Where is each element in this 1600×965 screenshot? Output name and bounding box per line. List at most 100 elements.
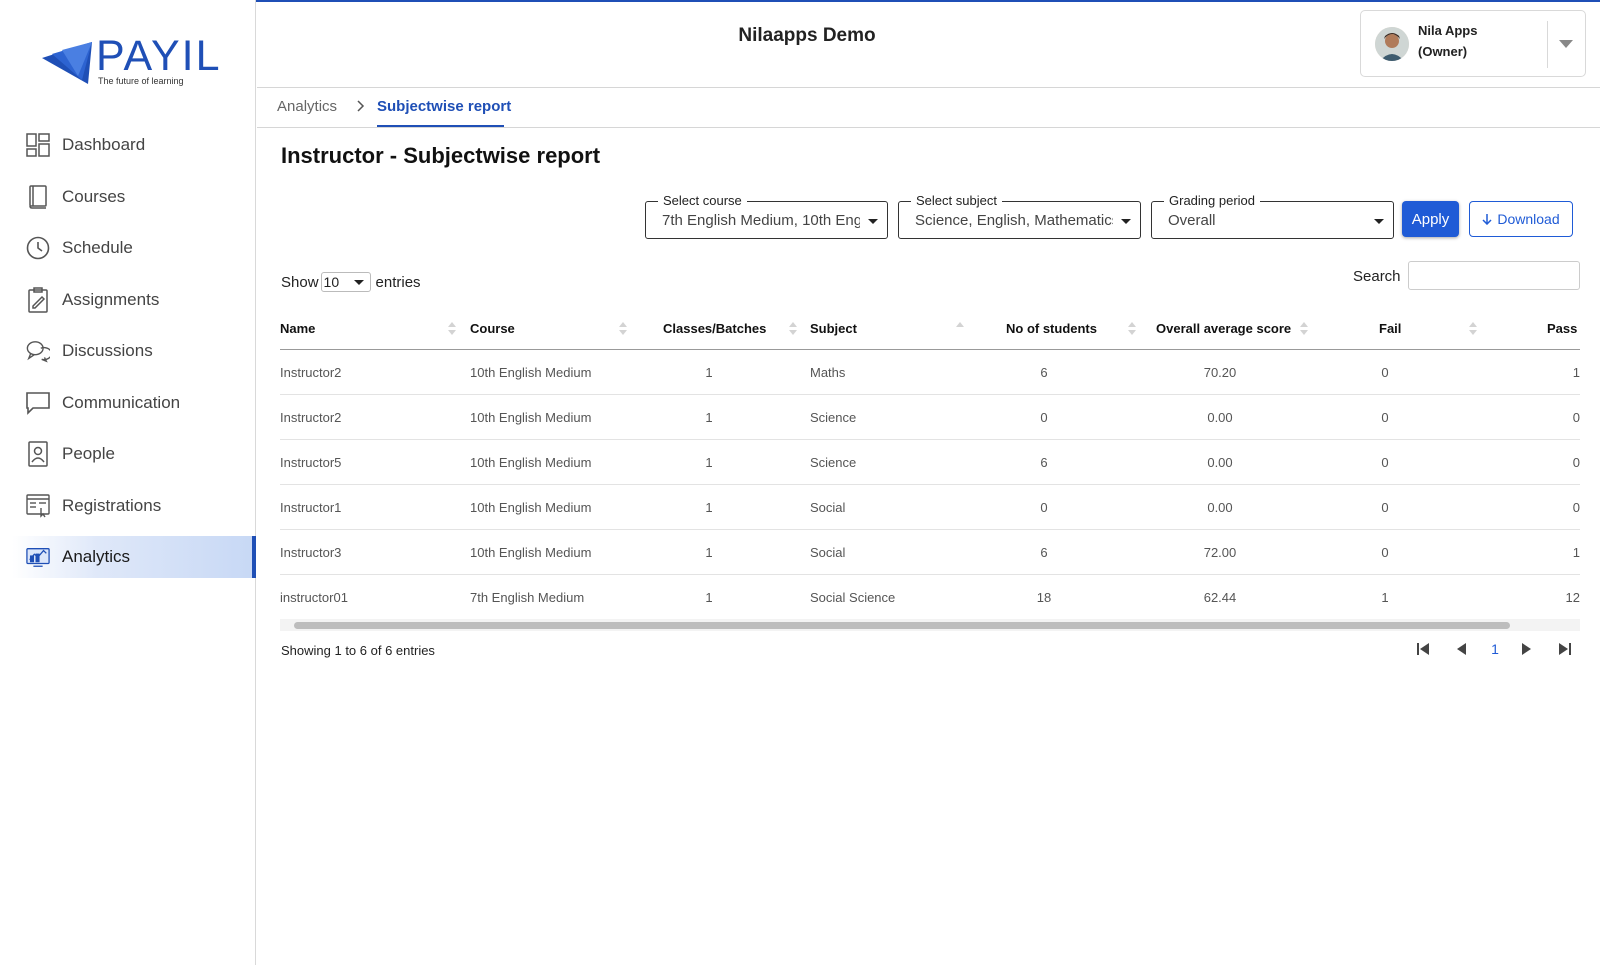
cell-average: 0.00 bbox=[1207, 455, 1233, 470]
sidebar-item-registrations[interactable]: Registrations bbox=[0, 485, 256, 527]
search-input[interactable] bbox=[1408, 261, 1580, 290]
apply-button[interactable]: Apply bbox=[1402, 201, 1459, 237]
first-page-icon[interactable] bbox=[1413, 639, 1433, 659]
brand-tagline: The future of learning bbox=[98, 76, 184, 86]
user-role: (Owner) bbox=[1418, 44, 1468, 59]
dashboard-icon bbox=[26, 132, 50, 158]
sidebar-item-assignments[interactable]: Assignments bbox=[0, 279, 256, 321]
cell-average: 0.00 bbox=[1207, 500, 1233, 515]
brand-name: PAYIL bbox=[96, 32, 222, 80]
cell-students: 6 bbox=[1040, 455, 1048, 470]
column-header-subject[interactable]: Subject bbox=[810, 321, 857, 336]
cell-students: 0 bbox=[1040, 500, 1048, 515]
sidebar-item-schedule[interactable]: Schedule bbox=[0, 227, 256, 269]
cell-course: 7th English Medium bbox=[470, 590, 585, 605]
cell-fail: 0 bbox=[1381, 365, 1389, 380]
column-header-average[interactable]: Overall average score bbox=[1156, 321, 1291, 336]
sidebar-item-courses[interactable]: Courses bbox=[0, 176, 256, 218]
next-page-icon[interactable] bbox=[1517, 639, 1537, 659]
logo-mark-icon bbox=[42, 42, 92, 84]
table-row[interactable]: Instructor1 10th English Medium 1 Social… bbox=[280, 485, 1580, 530]
sidebar-item-analytics[interactable]: Analytics bbox=[12, 536, 256, 578]
cell-name: Instructor5 bbox=[280, 455, 342, 470]
dropdown-caret-icon bbox=[1121, 219, 1131, 224]
analytics-icon bbox=[26, 544, 50, 570]
cell-classes: 1 bbox=[705, 455, 713, 470]
cell-classes: 1 bbox=[705, 590, 713, 605]
dropdown-caret-icon bbox=[353, 280, 364, 285]
page-title-rest: - Subjectwise report bbox=[383, 143, 601, 168]
select-course-label: Select course bbox=[658, 193, 747, 208]
sidebar-item-label: Analytics bbox=[62, 547, 131, 566]
dropdown-caret-icon bbox=[868, 219, 878, 224]
app-title: Nilaapps Demo bbox=[738, 25, 876, 46]
cell-name: Instructor2 bbox=[280, 365, 342, 380]
select-subject-label: Select subject bbox=[911, 193, 1002, 208]
sort-icon[interactable] bbox=[1469, 322, 1477, 336]
sidebar-item-people[interactable]: People bbox=[0, 433, 256, 475]
clock-icon bbox=[26, 235, 50, 261]
discussion-icon bbox=[26, 338, 50, 364]
grading-period-field[interactable]: Grading period Overall bbox=[1151, 193, 1394, 239]
sort-ascending-icon[interactable] bbox=[956, 322, 964, 336]
registration-icon bbox=[26, 493, 50, 519]
sort-icon[interactable] bbox=[789, 322, 797, 336]
page-title: Instructor - Subjectwise report bbox=[281, 143, 600, 169]
sidebar-nav: Dashboard Courses Schedule Assignments D… bbox=[0, 124, 256, 588]
sort-icon[interactable] bbox=[448, 322, 456, 336]
dropdown-caret-icon bbox=[1374, 219, 1384, 224]
cell-fail: 0 bbox=[1381, 545, 1389, 560]
column-header-pass[interactable]: Pass bbox=[1547, 321, 1577, 336]
select-subject-value: Science, English, Mathematics, Social, S… bbox=[915, 212, 1113, 229]
horizontal-scrollbar[interactable] bbox=[280, 619, 1580, 631]
breadcrumb-analytics[interactable]: Analytics bbox=[277, 98, 337, 115]
column-header-name[interactable]: Name bbox=[280, 321, 315, 336]
sort-icon[interactable] bbox=[619, 322, 627, 336]
sort-icon[interactable] bbox=[1128, 322, 1136, 336]
last-page-icon[interactable] bbox=[1555, 639, 1575, 659]
cell-course: 10th English Medium bbox=[470, 500, 592, 515]
entries-per-page-select[interactable]: 10 bbox=[320, 272, 371, 292]
breadcrumb-active-underline bbox=[377, 125, 504, 127]
select-course-value: 7th English Medium, 10th English Medium bbox=[662, 212, 860, 229]
table-row[interactable]: Instructor5 10th English Medium 1 Scienc… bbox=[280, 440, 1580, 485]
user-menu[interactable]: Nila Apps (Owner) bbox=[1360, 10, 1586, 77]
table-row[interactable]: Instructor2 10th English Medium 1 Maths … bbox=[280, 350, 1580, 395]
download-button[interactable]: Download bbox=[1469, 201, 1573, 237]
sort-icon[interactable] bbox=[1300, 322, 1308, 336]
column-header-fail[interactable]: Fail bbox=[1379, 321, 1401, 336]
select-subject-field[interactable]: Select subject Science, English, Mathema… bbox=[898, 193, 1141, 239]
cell-students: 0 bbox=[1040, 410, 1048, 425]
table-row[interactable]: Instructor3 10th English Medium 1 Social… bbox=[280, 530, 1580, 575]
select-course-field[interactable]: Select course 7th English Medium, 10th E… bbox=[645, 193, 888, 239]
payil-logo[interactable]: PAYIL The future of learning bbox=[38, 32, 228, 90]
chevron-down-icon[interactable] bbox=[1559, 40, 1573, 48]
cell-fail: 0 bbox=[1381, 410, 1389, 425]
column-header-students[interactable]: No of students bbox=[1006, 321, 1097, 336]
people-icon bbox=[26, 441, 50, 467]
breadcrumb: Analytics Subjectwise report bbox=[257, 88, 1600, 128]
cell-subject: Social Science bbox=[810, 590, 896, 605]
sidebar-item-label: Dashboard bbox=[62, 135, 146, 154]
cell-name: Instructor2 bbox=[280, 410, 342, 425]
user-menu-divider bbox=[1547, 21, 1548, 68]
pagination: 1 bbox=[1413, 639, 1573, 661]
previous-page-icon[interactable] bbox=[1451, 639, 1471, 659]
scrollbar-thumb[interactable] bbox=[294, 622, 1510, 629]
sidebar-item-discussions[interactable]: Discussions bbox=[0, 330, 256, 372]
table-row[interactable]: instructor01 7th English Medium 1 Social… bbox=[280, 575, 1580, 620]
page-title-role: Instructor bbox=[281, 143, 384, 168]
show-entries: Show 10 entries bbox=[281, 272, 421, 292]
cell-students: 18 bbox=[1036, 590, 1052, 605]
breadcrumb-subjectwise-report[interactable]: Subjectwise report bbox=[377, 98, 511, 115]
sidebar-item-label: Courses bbox=[62, 186, 126, 206]
column-header-course[interactable]: Course bbox=[470, 321, 515, 336]
cell-classes: 1 bbox=[705, 365, 713, 380]
sidebar-item-dashboard[interactable]: Dashboard bbox=[0, 124, 256, 166]
table-row[interactable]: Instructor2 10th English Medium 1 Scienc… bbox=[280, 395, 1580, 440]
sidebar-item-communication[interactable]: Communication bbox=[0, 382, 256, 424]
cell-fail: 1 bbox=[1381, 590, 1389, 605]
page-number-current[interactable]: 1 bbox=[1485, 639, 1505, 659]
grading-period-value: Overall bbox=[1168, 212, 1216, 229]
column-header-classes[interactable]: Classes/Batches bbox=[663, 321, 766, 336]
